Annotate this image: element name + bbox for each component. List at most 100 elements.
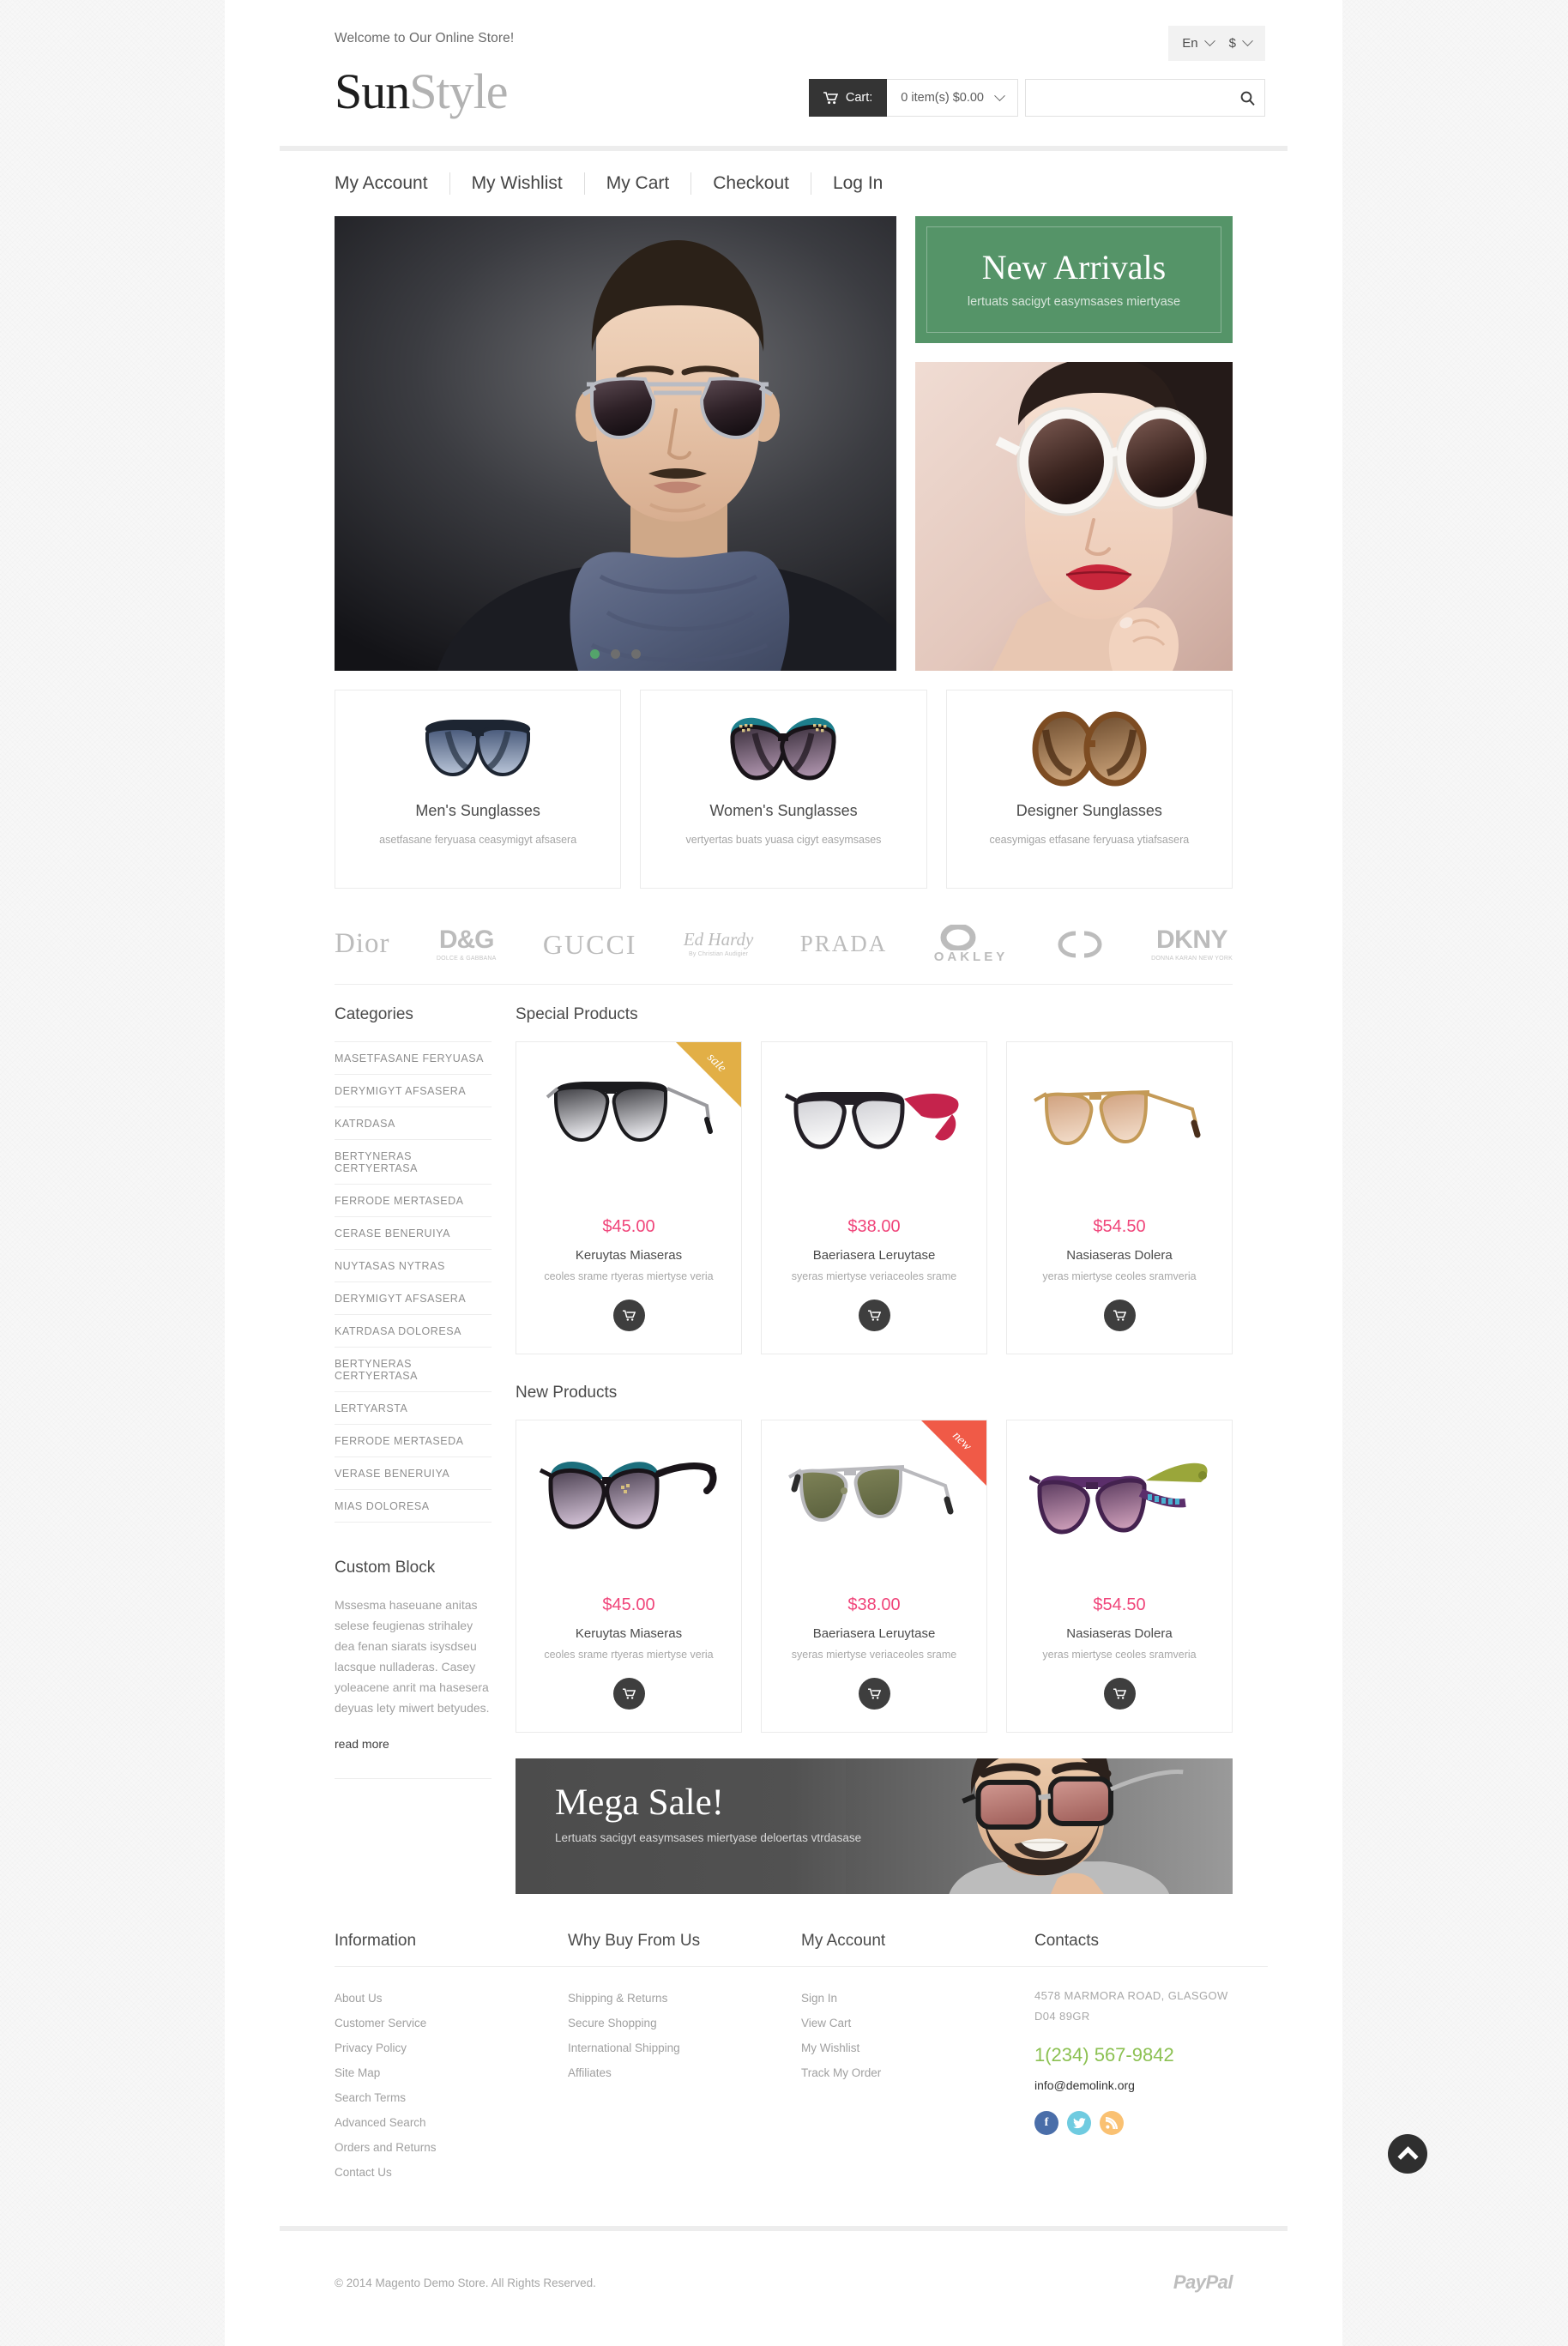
footer-link-contact-us[interactable]: Contact Us bbox=[335, 2160, 568, 2185]
footer-link-view-cart[interactable]: View Cart bbox=[801, 2011, 1034, 2035]
add-to-cart-button[interactable] bbox=[858, 1678, 890, 1710]
brand-logo-prada[interactable]: PRADA bbox=[800, 932, 888, 956]
sidebar-category-link[interactable]: KATRDASA DOLORESA bbox=[335, 1315, 492, 1347]
list-item: MASETFASANE FERYUASA bbox=[335, 1042, 492, 1075]
footer-link-shipping-returns[interactable]: Shipping & Returns bbox=[568, 1986, 801, 2011]
list-item: FERRODE MERTASEDA bbox=[335, 1425, 492, 1457]
cart-total-text: 0 item(s) $0.00 bbox=[901, 91, 984, 105]
sidebar-category-link[interactable]: DERYMIGYT AFSASERA bbox=[335, 1075, 492, 1107]
footer-link-about-us[interactable]: About Us bbox=[335, 1986, 568, 2011]
search-input[interactable] bbox=[1026, 91, 1230, 105]
twitter-icon[interactable] bbox=[1067, 2111, 1091, 2135]
currency-selector[interactable]: $ bbox=[1229, 35, 1253, 51]
brand-logo-gucci[interactable]: GUCCI bbox=[543, 931, 637, 958]
slider-dot-2[interactable] bbox=[611, 649, 620, 659]
cart-summary-dropdown[interactable]: 0 item(s) $0.00 bbox=[887, 79, 1018, 117]
footer-link-list: Shipping & Returns Secure Shopping Inter… bbox=[568, 1986, 801, 2085]
product-price: $38.00 bbox=[847, 1595, 901, 1614]
category-card-womens[interactable]: Women's Sunglasses vertyertas buats yuas… bbox=[640, 690, 927, 889]
product-name: Keruytas Miaseras bbox=[575, 1248, 683, 1263]
sidebar-category-link[interactable]: VERASE BENERUIYA bbox=[335, 1457, 492, 1489]
sidebar-category-link[interactable]: NUYTASAS NYTRAS bbox=[335, 1250, 492, 1282]
sidebar-category-link[interactable]: DERYMIGYT AFSASERA bbox=[335, 1282, 492, 1314]
product-card[interactable]: new $38.00 Baeriasera Leruytase syeras m… bbox=[761, 1420, 987, 1733]
sidebar-category-link[interactable]: BERTYNERAS CERTYERTASA bbox=[335, 1348, 492, 1391]
footer-link-track-my-order[interactable]: Track My Order bbox=[801, 2060, 1034, 2085]
product-image bbox=[762, 1444, 986, 1575]
footer-link-affiliates[interactable]: Affiliates bbox=[568, 2060, 801, 2085]
add-to-cart-button[interactable] bbox=[858, 1300, 890, 1331]
new-arrivals-banner[interactable]: New Arrivals lertuats sacigyt easymsases… bbox=[915, 216, 1233, 343]
list-item: KATRDASA DOLORESA bbox=[335, 1315, 492, 1348]
language-selector[interactable]: En bbox=[1182, 35, 1215, 51]
category-card-title: Women's Sunglasses bbox=[709, 802, 858, 819]
brand-logo-dg[interactable]: D&G DOLCE & GABBANA bbox=[437, 926, 497, 962]
footer-link-search-terms[interactable]: Search Terms bbox=[335, 2085, 568, 2110]
sidebar-category-link[interactable]: FERRODE MERTASEDA bbox=[335, 1185, 492, 1216]
contact-email[interactable]: info@demolink.org bbox=[1034, 2078, 1268, 2092]
category-card-designer[interactable]: Designer Sunglasses ceasymigas etfasane … bbox=[945, 690, 1233, 889]
footer-link-secure-shopping[interactable]: Secure Shopping bbox=[568, 2011, 801, 2035]
contact-phone[interactable]: 1(234) 567-9842 bbox=[1034, 2044, 1268, 2066]
nav-item-my-wishlist[interactable]: My Wishlist bbox=[450, 172, 585, 195]
slider-dot-1[interactable] bbox=[590, 649, 600, 659]
slider-dot-3[interactable] bbox=[631, 649, 641, 659]
facebook-icon[interactable]: f bbox=[1034, 2111, 1058, 2135]
list-item: Sign In bbox=[801, 1986, 1034, 2011]
footer-link-advanced-search[interactable]: Advanced Search bbox=[335, 2110, 568, 2135]
category-cards: Men's Sunglasses asetfasane feryuasa cea… bbox=[280, 671, 1288, 889]
brand-logo-dkny[interactable]: DKNY DONNA KARAN NEW YORK bbox=[1151, 926, 1233, 962]
nav-item-checkout[interactable]: Checkout bbox=[691, 172, 811, 195]
product-card[interactable]: $54.50 Nasiaseras Dolera yeras miertyse … bbox=[1006, 1041, 1233, 1354]
brand-logo-dior[interactable]: Dior bbox=[335, 930, 390, 958]
shopping-cart-icon bbox=[867, 1310, 881, 1322]
cart-button[interactable]: Cart: bbox=[808, 79, 888, 117]
list-item: BERTYNERAS CERTYERTASA bbox=[335, 1140, 492, 1185]
product-card[interactable]: sale $45.00 Keruytas Miaseras ceoles sra… bbox=[516, 1041, 742, 1354]
sidebar-category-link[interactable]: FERRODE MERTASEDA bbox=[335, 1425, 492, 1456]
add-to-cart-button[interactable] bbox=[612, 1300, 645, 1331]
site-logo[interactable]: SunStyle bbox=[335, 67, 509, 117]
read-more-link[interactable]: read more bbox=[335, 1737, 389, 1751]
category-card-mens[interactable]: Men's Sunglasses asetfasane feryuasa cea… bbox=[335, 690, 622, 889]
add-to-cart-button[interactable] bbox=[612, 1678, 645, 1710]
logo-text-secondary: Style bbox=[409, 63, 508, 119]
category-card-title: Men's Sunglasses bbox=[415, 802, 540, 819]
footer-link-site-map[interactable]: Site Map bbox=[335, 2060, 568, 2085]
product-card[interactable]: $54.50 Nasiaseras Dolera yeras miertyse … bbox=[1006, 1420, 1233, 1733]
hero-slider[interactable] bbox=[335, 216, 896, 671]
brand-logo-ed-hardy[interactable]: Ed Hardy By Christian Audigier bbox=[683, 929, 754, 958]
sidebar-category-link[interactable]: KATRDASA bbox=[335, 1107, 492, 1139]
sidebar-category-link[interactable]: MASETFASANE FERYUASA bbox=[335, 1042, 492, 1074]
list-item: DERYMIGYT AFSASERA bbox=[335, 1282, 492, 1315]
footer-link-sign-in[interactable]: Sign In bbox=[801, 1986, 1034, 2011]
custom-block-title: Custom Block bbox=[335, 1559, 436, 1577]
product-card[interactable]: $45.00 Keruytas Miaseras ceoles srame rt… bbox=[516, 1420, 742, 1733]
sidebar-category-link[interactable]: BERTYNERAS CERTYERTASA bbox=[335, 1140, 492, 1184]
footer-link-my-wishlist[interactable]: My Wishlist bbox=[801, 2035, 1034, 2060]
hero-sidebar: New Arrivals lertuats sacigyt easymsases… bbox=[915, 216, 1233, 671]
search-button[interactable] bbox=[1230, 91, 1264, 106]
sidebar-category-link[interactable]: MIAS DOLORESA bbox=[335, 1490, 492, 1522]
nav-item-my-cart[interactable]: My Cart bbox=[585, 172, 692, 195]
add-to-cart-button[interactable] bbox=[1103, 1678, 1136, 1710]
footer-link-international-shipping[interactable]: International Shipping bbox=[568, 2035, 801, 2060]
brand-logo-oakley[interactable]: OAKLEY bbox=[934, 925, 1009, 963]
divider bbox=[335, 1966, 568, 1967]
nav-item-my-account[interactable]: My Account bbox=[335, 172, 450, 195]
footer-column-information: Information About Us Customer Service Pr… bbox=[335, 1932, 568, 2185]
brand-logo-chanel[interactable] bbox=[1055, 930, 1105, 959]
mega-sale-banner[interactable]: Mega Sale! Lertuats sacigyt easymsases m… bbox=[516, 1758, 1233, 1894]
hero-side-image[interactable] bbox=[915, 362, 1233, 671]
footer-link-customer-service[interactable]: Customer Service bbox=[335, 2011, 568, 2035]
nav-item-log-in[interactable]: Log In bbox=[811, 172, 904, 195]
sidebar-category-link[interactable]: LERTYARSTA bbox=[335, 1392, 492, 1424]
brand-name: Ed Hardy bbox=[683, 929, 754, 950]
scroll-to-top-button[interactable] bbox=[1388, 2134, 1427, 2174]
footer-link-orders-and-returns[interactable]: Orders and Returns bbox=[335, 2135, 568, 2160]
rss-icon[interactable] bbox=[1100, 2111, 1124, 2135]
footer-link-privacy-policy[interactable]: Privacy Policy bbox=[335, 2035, 568, 2060]
add-to-cart-button[interactable] bbox=[1103, 1300, 1136, 1331]
sidebar-category-link[interactable]: CERASE BENERUIYA bbox=[335, 1217, 492, 1249]
product-card[interactable]: $38.00 Baeriasera Leruytase syeras miert… bbox=[761, 1041, 987, 1354]
